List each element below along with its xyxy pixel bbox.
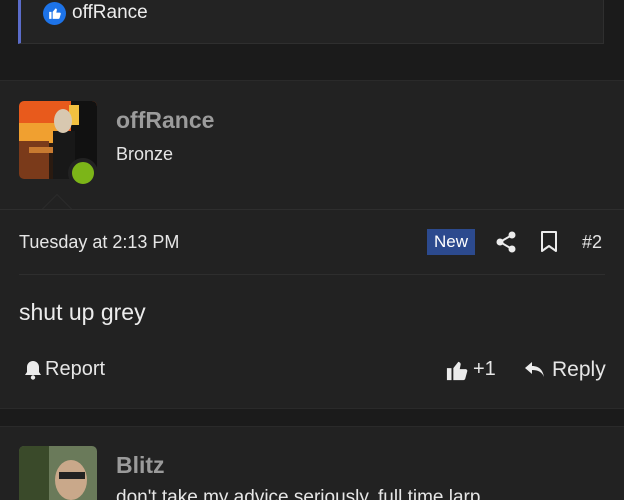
forum-post: Blitz don't take my advice seriously. fu…	[0, 427, 624, 500]
reaction-summary[interactable]: offRance	[43, 1, 148, 25]
post-message: shut up grey	[19, 299, 146, 325]
like-count: +1	[473, 358, 496, 380]
report-button[interactable]: Report	[24, 358, 105, 381]
reply-label: Reply	[552, 358, 606, 381]
post-timestamp[interactable]: Tuesday at 2:13 PM	[19, 232, 179, 253]
divider	[19, 274, 605, 275]
reply-arrow-icon	[525, 362, 544, 377]
thumbs-up-icon	[43, 1, 66, 25]
post-message: don't take my advice seriously. full tim…	[116, 487, 481, 500]
post-number-link[interactable]: #2	[582, 232, 602, 253]
reaction-user[interactable]: offRance	[72, 2, 148, 24]
user-rank: Bronze	[116, 144, 174, 164]
avatar[interactable]	[19, 101, 98, 188]
avatar[interactable]	[19, 446, 97, 500]
post-separator	[0, 63, 624, 81]
divider	[0, 209, 624, 210]
online-status-indicator	[68, 158, 98, 188]
new-badge: New	[427, 229, 476, 255]
post-separator	[0, 408, 624, 427]
post-author[interactable]: Blitz	[116, 452, 165, 479]
like-button[interactable]: +1	[446, 358, 496, 381]
forum-post: offRance Bronze Tuesday at 2:13 PM New #…	[0, 81, 624, 408]
reply-button[interactable]: Reply	[524, 358, 606, 382]
post-author[interactable]: offRance	[116, 107, 214, 134]
quoted-post-reactions: offRance	[18, 0, 604, 44]
report-label: Report	[45, 358, 106, 380]
bookmark-icon[interactable]	[540, 231, 558, 253]
bell-icon	[25, 360, 41, 380]
share-icon[interactable]	[495, 231, 517, 253]
user-block-arrow	[41, 194, 73, 210]
thumbs-up-icon	[446, 361, 468, 380]
